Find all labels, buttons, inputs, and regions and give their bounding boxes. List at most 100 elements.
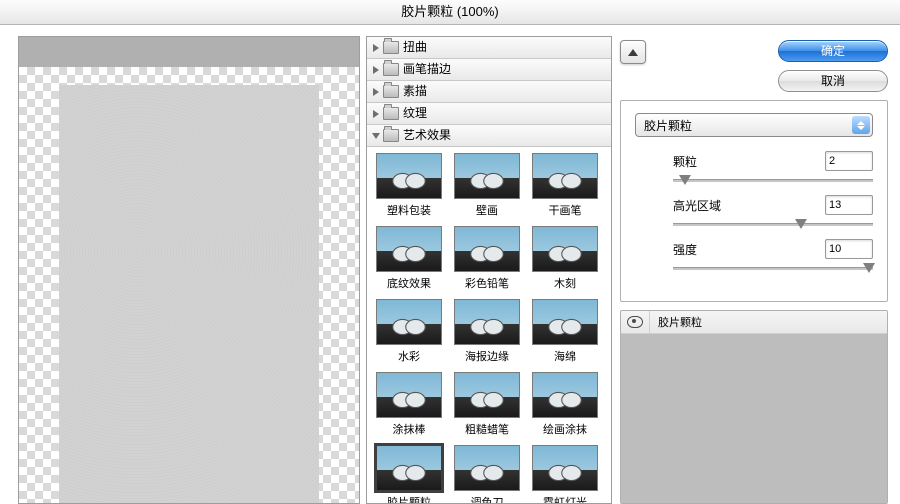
filter-thumbnail[interactable]: 彩色铅笔 <box>451 226 523 291</box>
filter-thumbnail[interactable]: 水彩 <box>373 299 445 364</box>
category-label: 扭曲 <box>403 37 427 58</box>
filter-select[interactable]: 胶片颗粒 <box>635 113 873 137</box>
category-row[interactable]: 艺术效果 <box>367 125 611 147</box>
filter-select-value: 胶片颗粒 <box>644 117 692 134</box>
slider-rail <box>673 267 873 270</box>
thumbnail-image <box>532 372 598 418</box>
thumbnail-label: 胶片颗粒 <box>387 494 431 504</box>
thumbnail-label: 调色刀 <box>471 494 504 504</box>
slider-value-input[interactable] <box>825 239 873 259</box>
filter-thumbnail[interactable]: 绘画涂抹 <box>529 372 601 437</box>
torus-icon <box>387 387 431 413</box>
filter-thumbnail[interactable]: 木刻 <box>529 226 601 291</box>
filter-gallery-window: 胶片颗粒 (100%) 扭曲画笔描边素描纹理艺术效果塑料包装 壁画干画笔底纹效果彩… <box>0 0 900 504</box>
visibility-toggle[interactable] <box>621 311 650 333</box>
filter-thumbnail[interactable]: 海报边缘 <box>451 299 523 364</box>
thumbnail-label: 涂抹棒 <box>393 421 426 437</box>
thumbnail-label: 干画笔 <box>549 202 582 218</box>
thumbnail-image <box>532 299 598 345</box>
slider-row: 强度 <box>673 239 873 275</box>
torus-icon <box>543 314 587 340</box>
slider-label: 颗粒 <box>673 153 697 170</box>
slider-rail <box>673 223 873 226</box>
thumbnail-image <box>376 299 442 345</box>
category-row[interactable]: 纹理 <box>367 103 611 125</box>
triangle-up-icon <box>628 49 638 56</box>
filter-thumbnail[interactable]: 胶片颗粒 <box>373 445 445 504</box>
filter-thumbnail[interactable]: 海绵 <box>529 299 601 364</box>
thumbnail-image <box>532 445 598 491</box>
preview-grain-effect <box>59 85 319 503</box>
slider-row: 颗粒 <box>673 151 873 187</box>
effect-layer-label: 胶片颗粒 <box>650 314 702 330</box>
filter-thumbnail[interactable]: 涂抹棒 <box>373 372 445 437</box>
ok-cancel-stack: 确定 取消 <box>778 40 888 92</box>
category-label: 画笔描边 <box>403 59 451 80</box>
slider-label: 高光区域 <box>673 197 721 214</box>
filter-thumbnail[interactable]: 壁画 <box>451 153 523 218</box>
folder-icon <box>383 85 399 98</box>
category-row[interactable]: 画笔描边 <box>367 59 611 81</box>
window-title: 胶片颗粒 (100%) <box>0 0 900 25</box>
folder-icon <box>383 63 399 76</box>
folder-icon <box>383 41 399 54</box>
slider-knob[interactable] <box>679 175 691 185</box>
filter-thumbnail[interactable]: 干画笔 <box>529 153 601 218</box>
torus-icon <box>465 387 509 413</box>
filter-thumbnail[interactable]: 霓虹灯光 <box>529 445 601 504</box>
ok-button[interactable]: 确定 <box>778 40 888 62</box>
thumbnail-image <box>454 299 520 345</box>
category-row[interactable]: 素描 <box>367 81 611 103</box>
category-label: 素描 <box>403 81 427 102</box>
torus-icon <box>543 387 587 413</box>
slider-value-input[interactable] <box>825 195 873 215</box>
torus-icon <box>465 314 509 340</box>
thumbnail-label: 塑料包装 <box>387 202 431 218</box>
filter-thumbnail[interactable]: 调色刀 <box>451 445 523 504</box>
preview-panel <box>18 36 360 504</box>
thumbnail-label: 海报边缘 <box>465 348 509 364</box>
thumbnail-image <box>376 226 442 272</box>
effect-layers-empty <box>621 334 887 503</box>
torus-icon <box>543 460 587 486</box>
filter-thumbnail[interactable]: 粗糙蜡笔 <box>451 372 523 437</box>
folder-icon <box>383 107 399 120</box>
cancel-button[interactable]: 取消 <box>778 70 888 92</box>
slider-knob[interactable] <box>863 263 875 273</box>
slider-rail <box>673 179 873 182</box>
thumbnail-label: 木刻 <box>554 275 576 291</box>
disclosure-triangle-icon <box>373 66 379 74</box>
collapse-tree-button[interactable] <box>620 40 646 64</box>
button-row: 确定 取消 <box>618 36 890 92</box>
torus-icon <box>465 241 509 267</box>
folder-icon <box>383 129 399 142</box>
disclosure-triangle-icon <box>373 110 379 118</box>
disclosure-triangle-icon <box>373 88 379 96</box>
category-label: 艺术效果 <box>403 125 451 146</box>
slider-track[interactable] <box>673 261 873 275</box>
slider-value-input[interactable] <box>825 151 873 171</box>
eye-icon <box>627 316 643 328</box>
updown-arrows-icon <box>852 116 870 134</box>
thumbnail-image <box>376 153 442 199</box>
disclosure-triangle-icon <box>372 133 380 139</box>
filter-tree[interactable]: 扭曲画笔描边素描纹理艺术效果塑料包装 壁画干画笔底纹效果彩色铅笔 木刻水彩海报边缘 海… <box>366 36 612 504</box>
thumbnail-label: 绘画涂抹 <box>543 421 587 437</box>
window-body: 扭曲画笔描边素描纹理艺术效果塑料包装 壁画干画笔底纹效果彩色铅笔 木刻水彩海报边缘 海… <box>0 24 900 504</box>
thumbnail-image <box>454 153 520 199</box>
thumbnail-label: 霓虹灯光 <box>543 494 587 504</box>
filter-thumbnail[interactable]: 底纹效果 <box>373 226 445 291</box>
controls-panel: 确定 取消 胶片颗粒 颗粒高光区域强度 胶片颗粒 <box>618 36 890 504</box>
effect-layer-row[interactable]: 胶片颗粒 <box>621 311 887 334</box>
slider-track[interactable] <box>673 217 873 231</box>
thumbnail-label: 彩色铅笔 <box>465 275 509 291</box>
category-row[interactable]: 扭曲 <box>367 37 611 59</box>
thumbnail-image <box>376 445 442 491</box>
parameters-group: 胶片颗粒 颗粒高光区域强度 <box>620 100 888 302</box>
torus-icon <box>465 460 509 486</box>
slider-track[interactable] <box>673 173 873 187</box>
torus-icon <box>387 314 431 340</box>
slider-knob[interactable] <box>795 219 807 229</box>
preview-canvas[interactable] <box>18 36 360 504</box>
filter-thumbnail[interactable]: 塑料包装 <box>373 153 445 218</box>
